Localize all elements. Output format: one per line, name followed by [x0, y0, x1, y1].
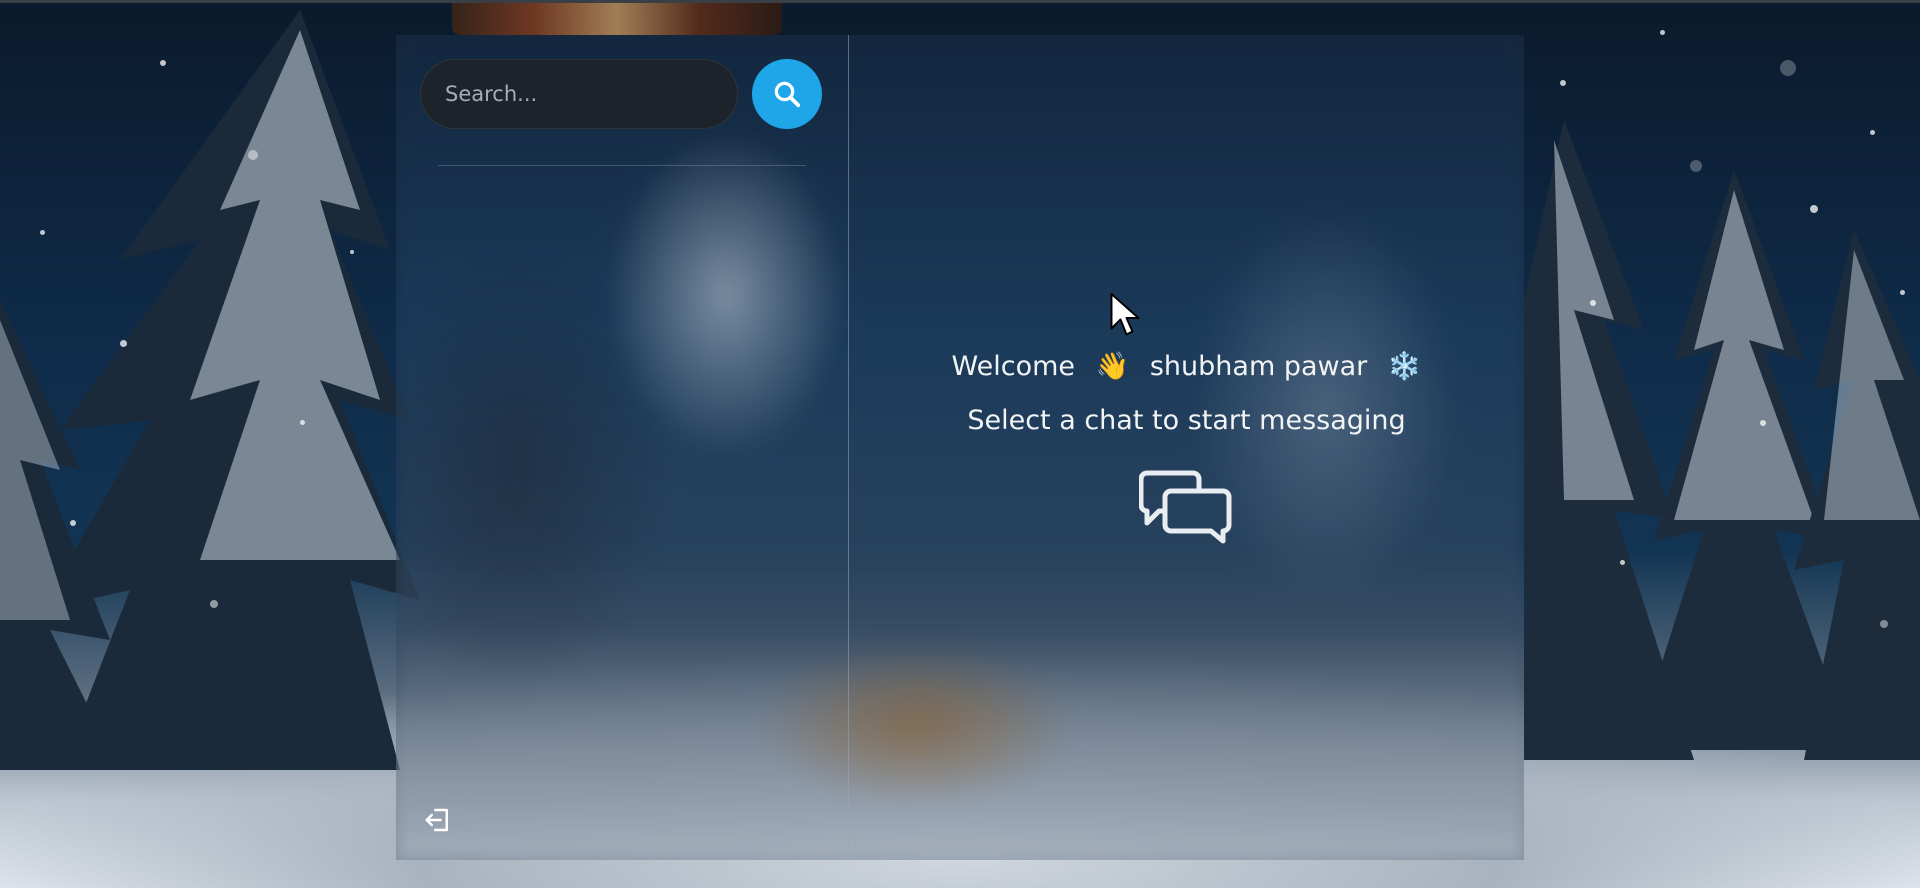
search-input[interactable] — [420, 59, 738, 129]
header-banner-image — [452, 3, 782, 35]
background-scene: Welcome 👋 shubham pawar ❄️ Select a chat… — [0, 0, 1920, 888]
welcome-heading: Welcome 👋 shubham pawar ❄️ — [849, 350, 1524, 382]
pine-tree-left — [0, 10, 420, 770]
search-icon — [774, 81, 801, 108]
mouse-cursor-icon — [1110, 293, 1140, 336]
chat-bubbles-icon — [1139, 470, 1232, 544]
wave-emoji: 👋 — [1095, 351, 1130, 382]
search-form — [420, 59, 822, 129]
chat-app-window: Welcome 👋 shubham pawar ❄️ Select a chat… — [396, 35, 1524, 860]
username: shubham pawar — [1149, 351, 1368, 382]
logout-icon — [425, 808, 448, 832]
pine-tree-right — [1524, 120, 1920, 760]
logout-button[interactable] — [420, 802, 456, 838]
sidebar — [396, 35, 849, 860]
snowflake-emoji: ❄️ — [1387, 351, 1422, 382]
sidebar-divider — [438, 165, 806, 166]
message-container: Welcome 👋 shubham pawar ❄️ Select a chat… — [849, 35, 1524, 860]
welcome-greeting: Welcome — [951, 351, 1076, 382]
empty-state-message: Select a chat to start messaging — [967, 405, 1406, 436]
search-button[interactable] — [752, 59, 822, 129]
